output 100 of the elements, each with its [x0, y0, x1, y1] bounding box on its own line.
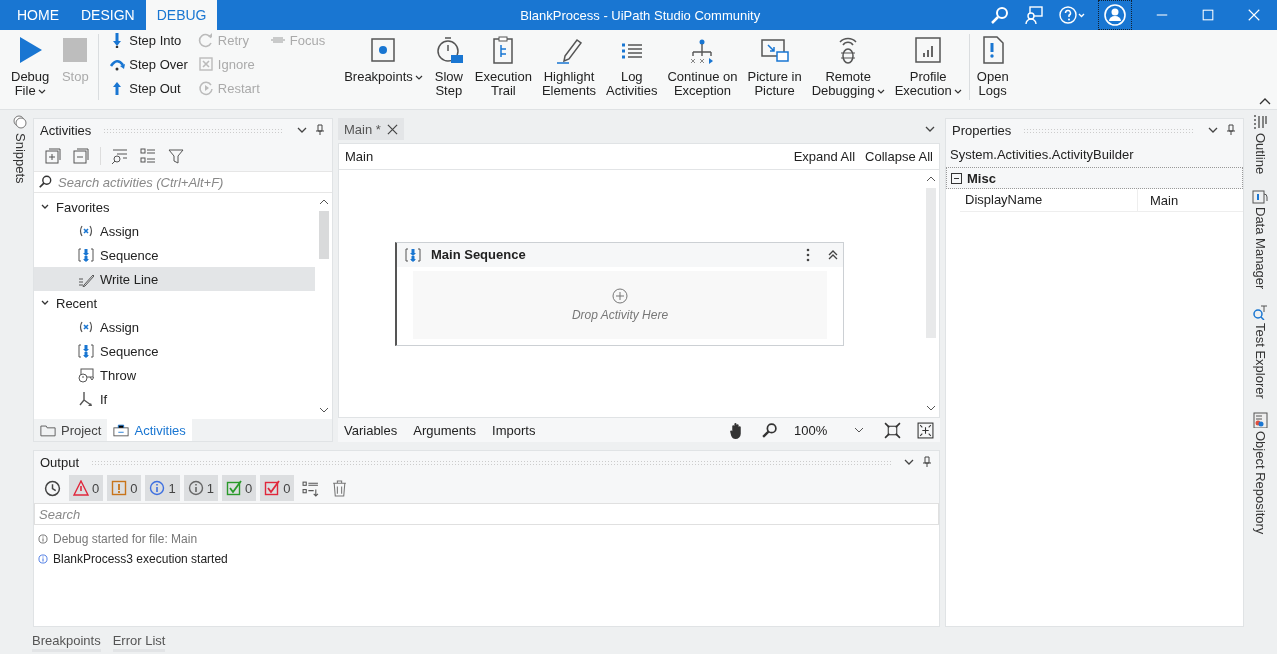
scroll-down-icon[interactable]	[318, 407, 329, 413]
test-search-icon	[1252, 303, 1268, 320]
ribbon-button[interactable]: Debug File	[6, 34, 55, 98]
bottom-tab[interactable]: Error List	[112, 632, 166, 652]
activity-item[interactable]: Throw	[34, 363, 315, 387]
panel-title: Properties	[952, 122, 1012, 138]
scroll-down-icon[interactable]	[925, 405, 936, 411]
list-scroll-icon[interactable]	[302, 479, 320, 497]
collapse-ribbon-icon[interactable]	[1259, 97, 1271, 105]
collapse-all-link[interactable]: Collapse All	[865, 149, 933, 164]
log-message: BlankProcess3 execution started	[53, 552, 228, 566]
expand-all-icon[interactable]	[44, 147, 62, 165]
activity-item[interactable]: Write Line	[34, 267, 315, 291]
pin-icon[interactable]	[921, 456, 933, 468]
scroll-up-icon[interactable]	[318, 199, 329, 205]
filter-toggle[interactable]: 0	[260, 475, 295, 501]
ribbon-button[interactable]: Highlight Elements	[536, 34, 602, 98]
drop-zone[interactable]: Drop Activity Here	[413, 270, 827, 339]
ribbon-button[interactable]: Profile Execution	[889, 34, 967, 98]
activity-item[interactable]: Sequence	[34, 339, 315, 363]
database-icon	[1252, 188, 1268, 205]
panel-tab[interactable]: Activities	[107, 419, 192, 441]
activity-item[interactable]: If	[34, 387, 315, 411]
activity-item[interactable]: Assign	[34, 315, 315, 339]
pin-icon[interactable]	[314, 124, 326, 136]
more-options-icon[interactable]	[805, 246, 811, 263]
activity-item[interactable]: Sequence	[34, 243, 315, 267]
window-title: BlankProcess - UiPath Studio Community	[519, 7, 762, 23]
side-tab[interactable]: Snippets	[6, 110, 34, 188]
trash-icon[interactable]	[331, 479, 349, 497]
fit-screen-icon[interactable]	[884, 421, 901, 439]
property-value[interactable]: Main	[1138, 192, 1179, 208]
filter-toggle[interactable]: 0	[107, 475, 142, 501]
zoom-icon[interactable]	[761, 421, 778, 439]
designer-tab[interactable]: Imports	[492, 422, 536, 438]
ribbon-button[interactable]: Step Into	[109, 32, 188, 48]
designer-tab[interactable]: Variables	[344, 422, 398, 438]
account-button[interactable]	[1099, 1, 1131, 29]
search-field[interactable]: Search	[34, 503, 939, 525]
info-circle-icon	[149, 480, 166, 496]
help-icon[interactable]	[1058, 5, 1086, 25]
feedback-icon[interactable]	[1024, 5, 1044, 25]
side-tab[interactable]: Outline	[1246, 110, 1274, 179]
ribbon-tab[interactable]: DESIGN	[70, 0, 146, 30]
expand-all-link[interactable]: Expand All	[793, 149, 856, 164]
panel-tab[interactable]: Project	[34, 419, 108, 441]
ribbon-button[interactable]: Breakpoints	[339, 34, 428, 84]
list-view-icon[interactable]	[139, 147, 157, 165]
scroll-thumb[interactable]	[318, 211, 329, 259]
search-icon[interactable]	[990, 5, 1010, 25]
search-field[interactable]: Search activities (Ctrl+Alt+F)	[58, 174, 328, 190]
ribbon-button[interactable]: Log Activities	[601, 34, 663, 98]
ribbon-button[interactable]: Execution Trail	[469, 34, 537, 98]
side-tab[interactable]: Test Explorer	[1246, 299, 1274, 403]
designer-tab[interactable]: Arguments	[413, 422, 477, 438]
document-tab[interactable]: Main *	[338, 118, 404, 140]
property-name: DisplayName	[960, 189, 1138, 211]
tree-category[interactable]: Recent	[34, 291, 315, 315]
ribbon-button[interactable]: Step Out	[109, 80, 188, 96]
branch-icon	[78, 391, 94, 407]
zoom-dropdown[interactable]: 100%	[794, 422, 864, 438]
ribbon-button[interactable]: Open Logs	[971, 34, 1014, 98]
ribbon-button[interactable]: Remote Debugging	[806, 34, 890, 98]
filter-toggle[interactable]: 1	[183, 475, 218, 501]
overview-icon[interactable]	[917, 421, 934, 439]
close-box-icon	[197, 56, 214, 72]
check-box-icon	[225, 480, 242, 496]
ribbon-button[interactable]: Continue on Exception	[662, 34, 743, 98]
activity-title: Main Sequence	[431, 247, 527, 262]
activity-item[interactable]: Assign	[34, 219, 315, 243]
filter-search-icon[interactable]	[111, 147, 129, 165]
filter-toggle[interactable]: 0	[69, 475, 104, 501]
info-circle-icon	[38, 554, 48, 564]
ribbon-button[interactable]: Picture in Picture	[742, 34, 807, 98]
sequence-icon	[78, 343, 94, 359]
breadcrumb[interactable]: Main	[345, 149, 374, 164]
sequence-activity[interactable]: Main Sequence Drop Activity Here	[395, 241, 844, 346]
maximize-icon[interactable]	[1201, 8, 1215, 22]
ribbon-tab[interactable]: DEBUG	[145, 0, 218, 30]
ribbon-button[interactable]: Slow Step	[427, 34, 470, 98]
restart-icon	[197, 80, 214, 96]
clock-icon[interactable]	[44, 479, 61, 497]
info-circle-icon	[38, 534, 48, 544]
collapse-icon[interactable]	[827, 248, 839, 261]
collapse-box-icon	[951, 172, 962, 184]
panel-title: Activities	[40, 122, 92, 138]
side-tab[interactable]: Object Repository	[1246, 408, 1274, 539]
filter-toggle[interactable]: 1	[145, 475, 180, 501]
pin-icon[interactable]	[1225, 124, 1237, 136]
side-tab[interactable]: Data Manager	[1246, 184, 1274, 294]
bottom-tab[interactable]: Breakpoints	[32, 632, 101, 652]
scroll-up-icon[interactable]	[925, 176, 936, 182]
tree-category[interactable]: Favorites	[34, 195, 315, 219]
ribbon-tab[interactable]: HOME	[6, 0, 70, 30]
object-icon	[1252, 412, 1268, 429]
property-category[interactable]: Misc	[946, 167, 1243, 189]
ribbon-button[interactable]: Step Over	[109, 56, 188, 72]
filter-icon[interactable]	[167, 147, 185, 165]
filter-toggle[interactable]: 0	[221, 475, 257, 501]
close-icon[interactable]	[386, 123, 398, 135]
